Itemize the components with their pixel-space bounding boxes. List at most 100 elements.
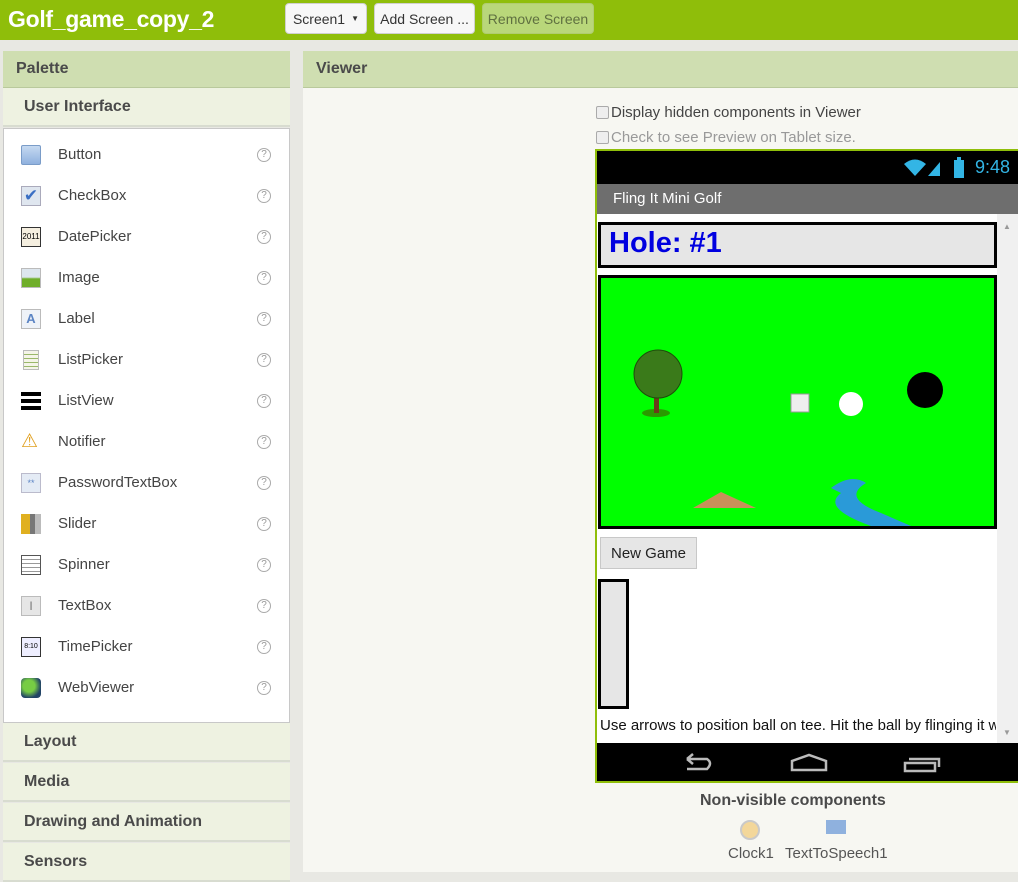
golf-canvas[interactable]: [598, 275, 997, 529]
slider-icon: [21, 513, 41, 534]
add-screen-button[interactable]: Add Screen ...: [374, 3, 475, 34]
item-label: TextBox: [58, 597, 112, 614]
palette-item-spinner[interactable]: Spinner?: [4, 544, 289, 585]
item-label: TimePicker: [58, 638, 133, 655]
item-label: ListView: [58, 392, 114, 409]
item-label: DatePicker: [58, 228, 132, 245]
display-hidden-checkbox[interactable]: Display hidden components in Viewer: [596, 104, 861, 121]
category-layout[interactable]: Layout: [3, 723, 290, 762]
status-bar: 9:48: [597, 151, 1018, 184]
dropdown-arrow-icon: ▼: [351, 14, 360, 23]
password-icon: **: [21, 472, 41, 493]
top-bar: Golf_game_copy_2 Screen1 ▼ Add Screen ...…: [0, 0, 1018, 40]
instructions-label: Use arrows to position ball on tee. Hit …: [600, 717, 996, 734]
label-icon: A: [21, 308, 41, 329]
empty-arrangement: [598, 579, 629, 709]
phone-preview: 9:48 Fling It Mini Golf ▲ ▼ Hole: #1 New …: [595, 149, 1018, 783]
hole-label[interactable]: Hole: #1: [598, 222, 997, 268]
notifier-icon: ⚠: [21, 430, 39, 452]
webviewer-icon: [21, 677, 41, 698]
screen-select[interactable]: Screen1 ▼: [285, 3, 367, 34]
category-sensors[interactable]: Sensors: [3, 843, 290, 882]
item-label: Spinner: [58, 556, 110, 573]
tee-sprite: [790, 393, 810, 413]
item-label: WebViewer: [58, 679, 135, 696]
clock1-label[interactable]: Clock1: [728, 845, 774, 862]
palette-item-label[interactable]: A Label?: [4, 298, 289, 339]
texttospeech1-label[interactable]: TextToSpeech1: [785, 845, 888, 862]
item-label: Slider: [58, 515, 97, 532]
project-title: Golf_game_copy_2: [8, 6, 215, 32]
remove-screen-button[interactable]: Remove Screen: [482, 3, 594, 34]
palette-item-notifier[interactable]: ⚠ Notifier?: [4, 421, 289, 462]
help-icon[interactable]: ?: [257, 680, 271, 695]
checkbox-icon: ✔: [21, 185, 41, 206]
help-icon[interactable]: ?: [257, 352, 271, 367]
speech-bubble-icon[interactable]: [826, 820, 846, 834]
help-icon[interactable]: ?: [257, 188, 271, 203]
help-icon[interactable]: ?: [257, 598, 271, 613]
new-game-button[interactable]: New Game: [600, 537, 697, 569]
item-label: Image: [58, 269, 100, 286]
home-icon: [790, 753, 828, 772]
checkbox-label: Display hidden components in Viewer: [611, 104, 861, 121]
palette-item-button[interactable]: Button?: [4, 134, 289, 175]
checkbox[interactable]: [596, 131, 609, 144]
help-icon[interactable]: ?: [257, 434, 271, 449]
palette-list: Button? ✔ CheckBox? 2011 DatePicker? Image…: [3, 128, 290, 723]
item-label: CheckBox: [58, 187, 127, 204]
help-icon[interactable]: ?: [257, 475, 271, 490]
palette-item-slider[interactable]: Slider?: [4, 503, 289, 544]
status-time: 9:48: [974, 157, 1010, 177]
help-icon[interactable]: ?: [257, 270, 271, 285]
help-icon[interactable]: ?: [257, 147, 271, 162]
listview-icon: [21, 391, 41, 410]
category-drawing-animation[interactable]: Drawing and Animation: [3, 803, 290, 842]
palette-item-checkbox[interactable]: ✔ CheckBox?: [4, 175, 289, 216]
datepicker-icon: 2011: [21, 226, 41, 247]
palette-item-textbox[interactable]: I TextBox?: [4, 585, 289, 626]
viewer-header: Viewer: [303, 51, 1018, 88]
tree-sprite: [633, 349, 683, 417]
golf-hole: [907, 372, 943, 408]
item-label: Notifier: [58, 433, 106, 450]
timepicker-icon: 8:10: [21, 636, 41, 657]
item-label: PasswordTextBox: [58, 474, 178, 491]
help-icon[interactable]: ?: [257, 393, 271, 408]
tablet-preview-checkbox[interactable]: Check to see Preview on Tablet size.: [596, 129, 856, 146]
item-label: Button: [58, 146, 102, 163]
palette-item-datepicker[interactable]: 2011 DatePicker?: [4, 216, 289, 257]
help-icon[interactable]: ?: [257, 516, 271, 531]
listpicker-icon: [23, 349, 39, 370]
app-title-bar: Fling It Mini Golf: [597, 184, 1018, 214]
checkbox-label: Check to see Preview on Tablet size.: [611, 129, 856, 146]
category-media[interactable]: Media: [3, 763, 290, 802]
clock-icon[interactable]: [740, 820, 760, 840]
help-icon[interactable]: ?: [257, 557, 271, 572]
battery-icon: [954, 157, 964, 178]
palette-item-webviewer[interactable]: WebViewer?: [4, 667, 289, 708]
palette-header: Palette: [3, 51, 290, 88]
scrollbar[interactable]: ▲ ▼: [997, 214, 1018, 743]
palette-item-listpicker[interactable]: ListPicker?: [4, 339, 289, 380]
palette-item-image[interactable]: Image?: [4, 257, 289, 298]
water-stream: [831, 479, 911, 526]
help-icon[interactable]: ?: [257, 311, 271, 326]
palette-item-passwordtextbox[interactable]: ** PasswordTextBox?: [4, 462, 289, 503]
screen-select-label: Screen1: [292, 10, 346, 27]
checkbox[interactable]: [596, 106, 609, 119]
signal-wifi-icon: [904, 159, 940, 176]
help-icon[interactable]: ?: [257, 639, 271, 654]
button-icon: [21, 144, 41, 165]
back-icon: [686, 753, 712, 771]
textbox-icon: I: [21, 595, 41, 616]
nav-icons: [686, 753, 941, 773]
palette-item-timepicker[interactable]: 8:10 TimePicker?: [4, 626, 289, 667]
palette-item-listview[interactable]: ListView?: [4, 380, 289, 421]
category-user-interface[interactable]: User Interface: [3, 88, 290, 127]
item-label: ListPicker: [58, 351, 124, 368]
course-graphics: [633, 349, 943, 526]
help-icon[interactable]: ?: [257, 229, 271, 244]
non-visible-title: Non-visible components: [700, 792, 886, 809]
image-icon: [21, 267, 41, 288]
